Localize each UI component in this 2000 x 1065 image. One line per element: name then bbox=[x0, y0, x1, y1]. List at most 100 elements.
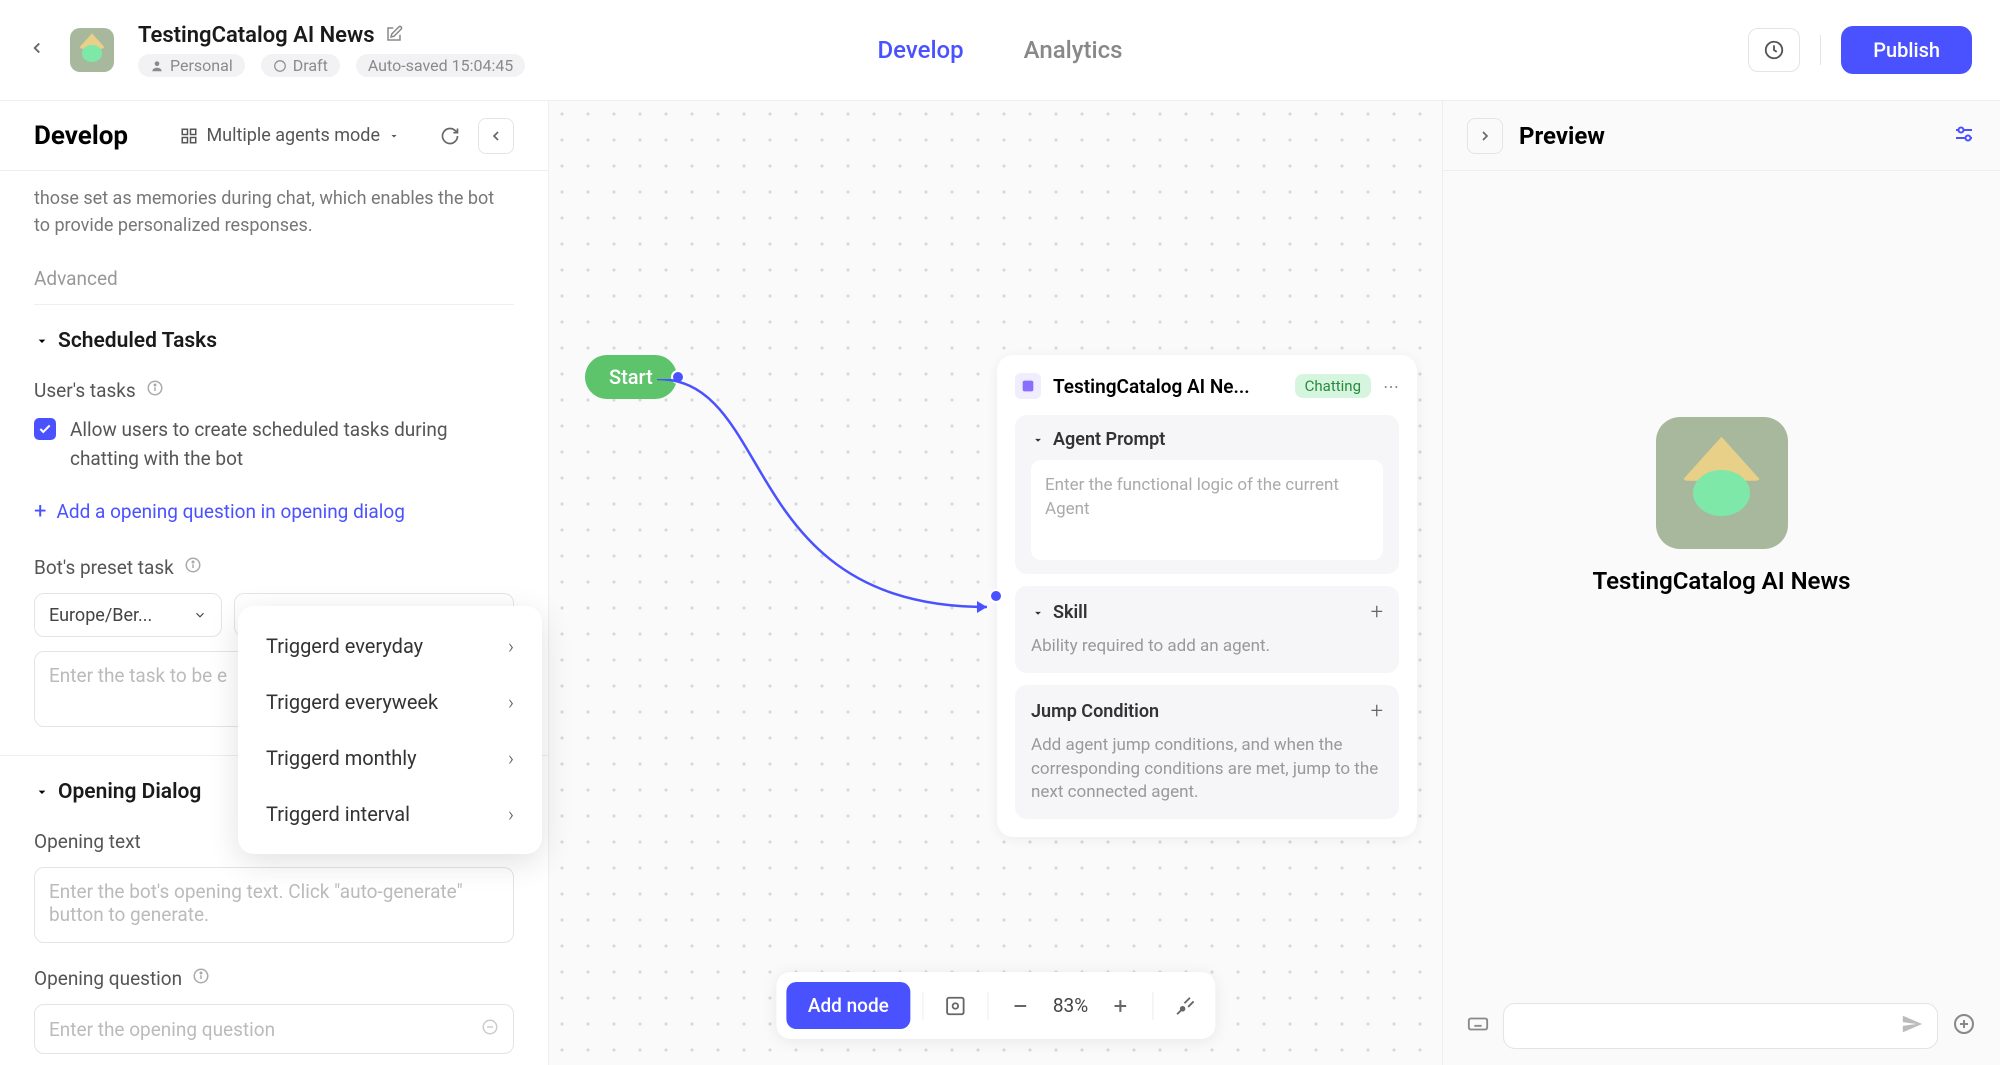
info-icon[interactable] bbox=[184, 556, 202, 579]
add-jump-icon[interactable]: + bbox=[1371, 699, 1383, 724]
plus-icon: + bbox=[34, 499, 46, 524]
tidy-icon[interactable] bbox=[1165, 986, 1205, 1026]
timezone-select[interactable]: Europe/Ber... bbox=[34, 593, 222, 637]
agent-prompt-label: Agent Prompt bbox=[1053, 429, 1165, 450]
memory-snippet: those set as memories during chat, which… bbox=[34, 171, 514, 253]
history-button[interactable] bbox=[1748, 28, 1800, 72]
dropdown-item-interval[interactable]: Triggerd interval › bbox=[238, 786, 542, 842]
opening-question-input[interactable]: Enter the opening question bbox=[34, 1004, 514, 1054]
refresh-icon[interactable] bbox=[432, 118, 468, 154]
chatting-badge: Chatting bbox=[1295, 374, 1371, 398]
scheduled-tasks-section[interactable]: Scheduled Tasks bbox=[34, 305, 514, 373]
skill-label: Skill bbox=[1053, 602, 1088, 623]
agent-prompt-input[interactable]: Enter the functional logic of the curren… bbox=[1031, 460, 1383, 560]
users-tasks-label-row: User's tasks bbox=[34, 373, 514, 416]
add-opening-question-label: Add a opening question in opening dialog bbox=[56, 500, 404, 523]
zoom-in-icon[interactable] bbox=[1100, 986, 1140, 1026]
advanced-row[interactable]: Advanced bbox=[34, 253, 514, 305]
fit-view-icon[interactable] bbox=[936, 986, 976, 1026]
preview-panel: Preview TestingCatalog AI News bbox=[1442, 100, 2000, 1065]
allow-users-label: Allow users to create scheduled tasks du… bbox=[70, 416, 514, 473]
preset-task-label-row: Bot's preset task bbox=[34, 550, 514, 593]
divider bbox=[923, 992, 924, 1020]
agent-node[interactable]: TestingCatalog AI Ne... Chatting ⋯ Agent… bbox=[997, 355, 1417, 837]
node-input-port[interactable] bbox=[989, 589, 1003, 603]
personal-badge-label: Personal bbox=[170, 56, 233, 75]
opening-text-input[interactable]: Enter the bot's opening text. Click "aut… bbox=[34, 867, 514, 943]
trigger-time-dropdown: Triggerd everyday › Triggerd everyweek ›… bbox=[238, 606, 542, 854]
top-bar: TestingCatalog AI News Personal Draft Au… bbox=[0, 0, 2000, 100]
dropdown-item-label: Triggerd everyweek bbox=[266, 690, 438, 714]
preview-title: Preview bbox=[1519, 122, 1605, 150]
add-opening-question-link[interactable]: + Add a opening question in opening dial… bbox=[34, 491, 514, 550]
tab-analytics[interactable]: Analytics bbox=[1024, 36, 1123, 64]
zoom-out-icon[interactable] bbox=[1001, 986, 1041, 1026]
dropdown-item-everyday[interactable]: Triggerd everyday › bbox=[238, 618, 542, 674]
opening-text-label: Opening text bbox=[34, 830, 141, 853]
flow-canvas[interactable]: Start TestingCatalog AI Ne... Chatting ⋯… bbox=[548, 100, 1442, 1065]
tab-develop[interactable]: Develop bbox=[877, 36, 963, 64]
preset-task-label: Bot's preset task bbox=[34, 556, 174, 579]
agents-mode-select[interactable]: Multiple agents mode bbox=[180, 125, 400, 146]
start-node-label: Start bbox=[609, 365, 653, 389]
zoom-level: 83% bbox=[1045, 994, 1096, 1017]
back-icon[interactable] bbox=[28, 39, 46, 61]
canvas-toolbar: Add node 83% bbox=[776, 972, 1215, 1039]
agents-mode-label: Multiple agents mode bbox=[206, 125, 380, 146]
skill-section: Skill + Ability required to add an agent… bbox=[1015, 586, 1399, 673]
dropdown-item-label: Triggerd monthly bbox=[266, 746, 417, 770]
divider bbox=[1152, 992, 1153, 1020]
preview-bot-name: TestingCatalog AI News bbox=[1592, 567, 1850, 595]
sliders-icon[interactable] bbox=[1952, 122, 1976, 150]
chevron-right-icon: › bbox=[508, 802, 514, 826]
draft-badge: Draft bbox=[261, 54, 340, 77]
add-node-button[interactable]: Add node bbox=[786, 982, 911, 1029]
clear-icon[interactable] bbox=[481, 1018, 499, 1041]
chevron-right-icon: › bbox=[508, 634, 514, 658]
allow-users-checkbox[interactable] bbox=[34, 418, 56, 440]
agent-icon bbox=[1015, 373, 1041, 399]
jump-condition-description: Add agent jump conditions, and when the … bbox=[1031, 734, 1383, 805]
divider bbox=[1820, 35, 1821, 65]
dropdown-item-everyweek[interactable]: Triggerd everyweek › bbox=[238, 674, 542, 730]
personal-badge: Personal bbox=[138, 54, 245, 77]
more-icon[interactable]: ⋯ bbox=[1383, 377, 1399, 396]
jump-condition-section: Jump Condition + Add agent jump conditio… bbox=[1015, 685, 1399, 819]
title-block: TestingCatalog AI News Personal Draft Au… bbox=[138, 23, 525, 77]
info-icon[interactable] bbox=[192, 967, 210, 990]
page-title: TestingCatalog AI News bbox=[138, 23, 375, 48]
opening-question-placeholder: Enter the opening question bbox=[49, 1018, 275, 1041]
send-icon[interactable] bbox=[1901, 1013, 1923, 1039]
chat-input[interactable] bbox=[1503, 1003, 1938, 1049]
jump-condition-label: Jump Condition bbox=[1031, 701, 1159, 722]
center-tabs: Develop Analytics bbox=[877, 36, 1122, 64]
preview-avatar bbox=[1656, 417, 1788, 549]
skill-description: Ability required to add an agent. bbox=[1031, 635, 1383, 659]
left-panel-title: Develop bbox=[34, 121, 128, 151]
expand-icon[interactable] bbox=[1467, 118, 1503, 154]
timezone-value: Europe/Ber... bbox=[49, 605, 152, 626]
node-output-port[interactable] bbox=[671, 370, 685, 384]
users-tasks-label: User's tasks bbox=[34, 379, 136, 402]
add-skill-icon[interactable]: + bbox=[1371, 600, 1383, 625]
edit-icon[interactable] bbox=[385, 25, 403, 47]
skill-header[interactable]: Skill + bbox=[1031, 600, 1383, 625]
allow-users-row[interactable]: Allow users to create scheduled tasks du… bbox=[34, 416, 514, 491]
publish-button[interactable]: Publish bbox=[1841, 26, 1972, 74]
divider bbox=[988, 992, 989, 1020]
info-icon[interactable] bbox=[146, 379, 164, 402]
agent-prompt-header[interactable]: Agent Prompt bbox=[1031, 429, 1383, 450]
dropdown-item-monthly[interactable]: Triggerd monthly › bbox=[238, 730, 542, 786]
start-node[interactable]: Start bbox=[585, 355, 677, 399]
edge bbox=[657, 379, 1007, 699]
opening-question-label-row: Opening question bbox=[34, 943, 514, 1004]
agent-node-title: TestingCatalog AI Ne... bbox=[1053, 375, 1283, 398]
add-icon[interactable] bbox=[1952, 1012, 1976, 1040]
jump-condition-header: Jump Condition + bbox=[1031, 699, 1383, 724]
opening-dialog-title: Opening Dialog bbox=[58, 780, 201, 804]
autosaved-badge: Auto-saved 15:04:45 bbox=[356, 54, 525, 77]
collapse-icon[interactable] bbox=[478, 118, 514, 154]
agent-prompt-section: Agent Prompt Enter the functional logic … bbox=[1015, 415, 1399, 574]
keyboard-icon[interactable] bbox=[1467, 1013, 1489, 1039]
dropdown-item-label: Triggerd interval bbox=[266, 802, 410, 826]
